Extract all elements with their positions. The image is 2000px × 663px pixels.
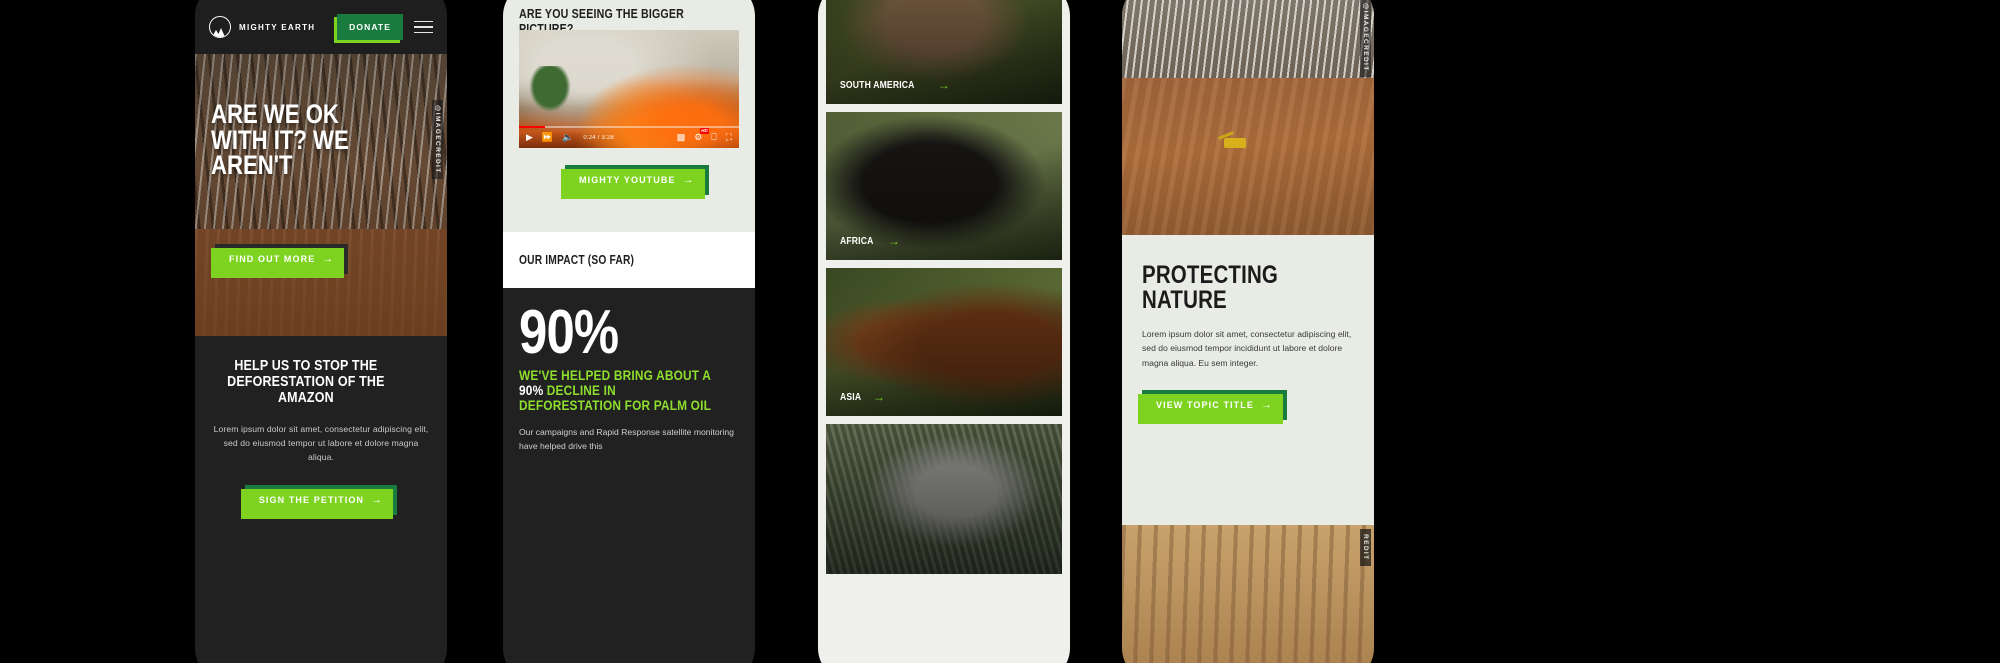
tree-shape xyxy=(529,66,571,112)
settings-gear-icon[interactable]: ⚙ HD xyxy=(694,128,710,142)
impact-stat-text-post: DECLINE IN DEFORESTATION FOR PALM OIL xyxy=(519,383,712,413)
phone-2-screen: ARE YOU SEEING THE BIGGER PICTURE? ▶ ⏩ 🔈… xyxy=(503,0,755,663)
impact-stat-section: 90% WE'VE HELPED BRING ABOUT A 90% DECLI… xyxy=(503,288,755,663)
phone-mockup-1: MIGHTY EARTH DONATE @IMAGECREDIT ARE WE … xyxy=(195,0,447,663)
quality-badge: HD xyxy=(699,128,710,134)
impact-heading-band: OUR IMPACT (SO FAR) xyxy=(503,232,755,288)
brand-logo[interactable]: MIGHTY EARTH xyxy=(209,16,315,38)
region-label: ASIA xyxy=(840,391,862,403)
timber-photo: REDIT xyxy=(1122,525,1374,663)
find-out-more-wrap: FIND OUT MORE → xyxy=(210,244,349,278)
miniplayer-icon[interactable]: ⎕ xyxy=(711,133,716,142)
card-overlay xyxy=(826,424,1062,574)
mighty-youtube-wrap: MIGHTY YOUTUBE → xyxy=(561,165,709,199)
region-label: SOUTH AMERICA xyxy=(840,79,915,91)
arrow-right-icon: → xyxy=(1260,398,1274,411)
find-out-more-label: FIND OUT MORE xyxy=(229,254,316,264)
sign-petition-button[interactable]: SIGN THE PETITION → xyxy=(240,485,398,520)
phone-mockup-4: @IMAGECREDIT PROTECTING NATURE Lorem ips… xyxy=(1122,0,1374,663)
hamburger-menu-icon[interactable] xyxy=(414,20,433,34)
video-player[interactable]: ▶ ⏩ 🔈 0:24 / 3:28 ▩ ⚙ HD ⎕ ⛶ xyxy=(519,30,739,148)
logging-site-photo: @IMAGECREDIT xyxy=(1122,0,1374,235)
impact-stat-text-pre: WE'VE HELPED BRING ABOUT A xyxy=(519,368,711,384)
impact-stat-text: WE'VE HELPED BRING ABOUT A 90% DECLINE I… xyxy=(519,368,713,414)
region-card-label-wrap: ASIA → xyxy=(840,390,885,404)
phone-mockup-2: ARE YOU SEEING THE BIGGER PICTURE? ▶ ⏩ 🔈… xyxy=(503,0,755,663)
next-track-icon[interactable]: ⏩ xyxy=(542,133,553,142)
dirt-road-layer xyxy=(1122,78,1374,235)
view-topic-wrap: VIEW TOPIC TITLE → xyxy=(1137,389,1354,424)
video-control-row: ▶ ⏩ 🔈 0:24 / 3:28 ▩ ⚙ HD ⎕ ⛶ xyxy=(519,128,739,148)
region-label: AFRICA xyxy=(840,235,874,247)
region-card-label-wrap: AFRICA → xyxy=(840,234,900,248)
mighty-youtube-label: MIGHTY YOUTUBE xyxy=(579,175,676,185)
volume-icon[interactable]: 🔈 xyxy=(562,133,573,142)
closed-captions-icon[interactable]: ▩ xyxy=(677,133,686,142)
region-card-asia[interactable]: ASIA → xyxy=(826,268,1062,416)
region-card-next[interactable] xyxy=(826,424,1062,574)
phone-1-screen: MIGHTY EARTH DONATE @IMAGECREDIT ARE WE … xyxy=(195,0,447,663)
excavator-body xyxy=(1224,138,1246,148)
site-header: MIGHTY EARTH DONATE xyxy=(195,0,447,54)
region-card-label-wrap: SOUTH AMERICA → xyxy=(840,78,950,92)
hero-overlay xyxy=(195,54,447,336)
play-icon[interactable]: ▶ xyxy=(526,133,533,142)
arrow-right-icon: → xyxy=(937,78,950,92)
video-controls: ▶ ⏩ 🔈 0:24 / 3:28 ▩ ⚙ HD ⎕ ⛶ xyxy=(519,125,739,149)
sign-petition-label: SIGN THE PETITION xyxy=(258,495,365,506)
image-credit: @IMAGECREDIT xyxy=(432,100,443,179)
petition-body: Lorem ipsum dolor sit amet, consectetur … xyxy=(213,424,429,463)
arrow-right-icon: → xyxy=(682,174,695,186)
donate-button[interactable]: DONATE xyxy=(334,14,403,43)
phone-4-screen: @IMAGECREDIT PROTECTING NATURE Lorem ips… xyxy=(1122,0,1374,663)
topic-section: PROTECTING NATURE Lorem ipsum dolor sit … xyxy=(1122,235,1374,525)
phone-3-screen: SOUTH AMERICA → AFRICA → ASIA → xyxy=(818,0,1070,663)
mighty-youtube-button[interactable]: MIGHTY YOUTUBE → xyxy=(561,165,709,199)
sign-petition-wrap: SIGN THE PETITION → xyxy=(213,485,429,520)
image-credit-partial: REDIT xyxy=(1360,529,1371,566)
arrow-right-icon: → xyxy=(872,390,885,404)
video-time: 0:24 / 3:28 xyxy=(583,134,614,141)
view-topic-label: VIEW TOPIC TITLE xyxy=(1156,399,1254,410)
screenshot-stage: MIGHTY EARTH DONATE @IMAGECREDIT ARE WE … xyxy=(0,0,2000,663)
arrow-right-icon: → xyxy=(371,494,384,507)
impact-stat-value: 90% xyxy=(519,298,619,367)
topic-body: Lorem ipsum dolor sit amet, consectetur … xyxy=(1142,329,1352,368)
impact-stat-text-highlight: 90% xyxy=(519,383,544,399)
hero-title: ARE WE OK WITH IT? WE AREN'T xyxy=(211,99,349,181)
topic-title: PROTECTING NATURE xyxy=(1142,261,1279,314)
view-topic-button[interactable]: VIEW TOPIC TITLE → xyxy=(1137,389,1288,424)
region-card-africa[interactable]: AFRICA → xyxy=(826,112,1062,260)
arrow-right-icon: → xyxy=(322,253,335,265)
fullscreen-icon[interactable]: ⛶ xyxy=(726,133,732,142)
excavator-shape xyxy=(1218,131,1252,150)
header-actions: DONATE xyxy=(334,14,433,43)
petition-section: HELP US TO STOP THE DEFORESTATION OF THE… xyxy=(195,336,447,663)
impact-heading: OUR IMPACT (SO FAR) xyxy=(519,253,635,267)
image-credit: @IMAGECREDIT xyxy=(1360,0,1371,77)
brand-name: MIGHTY EARTH xyxy=(239,22,316,32)
region-card-south-america[interactable]: SOUTH AMERICA → xyxy=(826,0,1062,104)
phone-mockup-3: SOUTH AMERICA → AFRICA → ASIA → xyxy=(818,0,1070,663)
petition-title: HELP US TO STOP THE DEFORESTATION OF THE… xyxy=(227,358,385,407)
mountain-circle-icon xyxy=(209,16,231,38)
impact-body: Our campaigns and Rapid Response satelli… xyxy=(519,426,734,451)
arrow-right-icon: → xyxy=(887,234,900,248)
video-section: ARE YOU SEEING THE BIGGER PICTURE? ▶ ⏩ 🔈… xyxy=(503,0,755,232)
find-out-more-button[interactable]: FIND OUT MORE → xyxy=(210,244,349,278)
hero-section: @IMAGECREDIT ARE WE OK WITH IT? WE AREN'… xyxy=(195,54,447,336)
